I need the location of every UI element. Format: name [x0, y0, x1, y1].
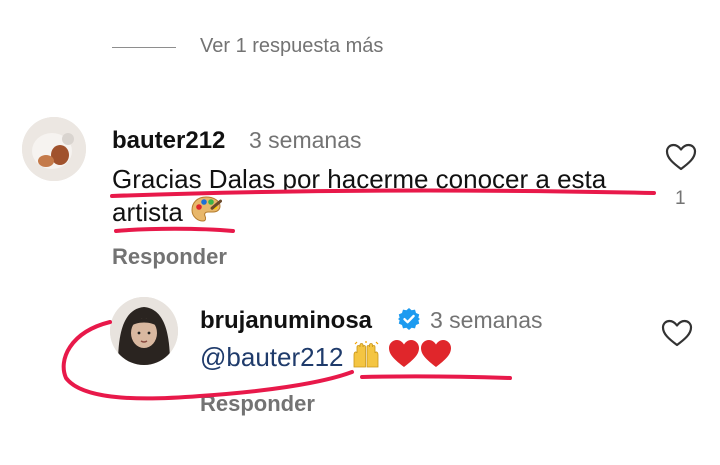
avatar[interactable]: [110, 297, 178, 365]
heart-outline-icon: [665, 143, 697, 171]
reply-text: @bauter212: [200, 339, 452, 375]
reply-button[interactable]: Responder: [112, 244, 227, 270]
view-more-replies-link[interactable]: Ver 1 respuesta más: [200, 35, 383, 58]
like-button[interactable]: [660, 318, 694, 353]
red-heart-emoji: [388, 340, 419, 367]
avatar[interactable]: [22, 117, 86, 181]
mention-link[interactable]: @bauter212: [200, 342, 344, 372]
heart-outline-icon: [661, 319, 693, 347]
like-count: 1: [675, 188, 686, 209]
comment-username[interactable]: bauter212: [112, 127, 225, 155]
like-button[interactable]: [664, 142, 698, 177]
reply-timestamp: 3 semanas: [430, 307, 543, 333]
annotation-underline: [360, 374, 512, 380]
more-replies-divider: [112, 47, 176, 48]
annotation-overlay: [61, 188, 656, 401]
palette-emoji: [191, 196, 223, 222]
avatar-image: [110, 297, 178, 365]
comment-timestamp: 3 semanas: [249, 127, 362, 153]
raising-hands-emoji: [353, 341, 379, 368]
reply-button[interactable]: Responder: [200, 391, 315, 417]
avatar-image: [22, 117, 86, 181]
reply-username[interactable]: brujanuminosa: [200, 307, 372, 335]
verified-badge-icon: [397, 307, 421, 336]
red-heart-emoji: [420, 340, 451, 367]
comment-text-line1: Gracias Dalas por hacerme conocer a esta: [112, 164, 607, 194]
comment-text-word: artista: [112, 197, 183, 227]
comment-text-line2: artista: [112, 194, 223, 230]
